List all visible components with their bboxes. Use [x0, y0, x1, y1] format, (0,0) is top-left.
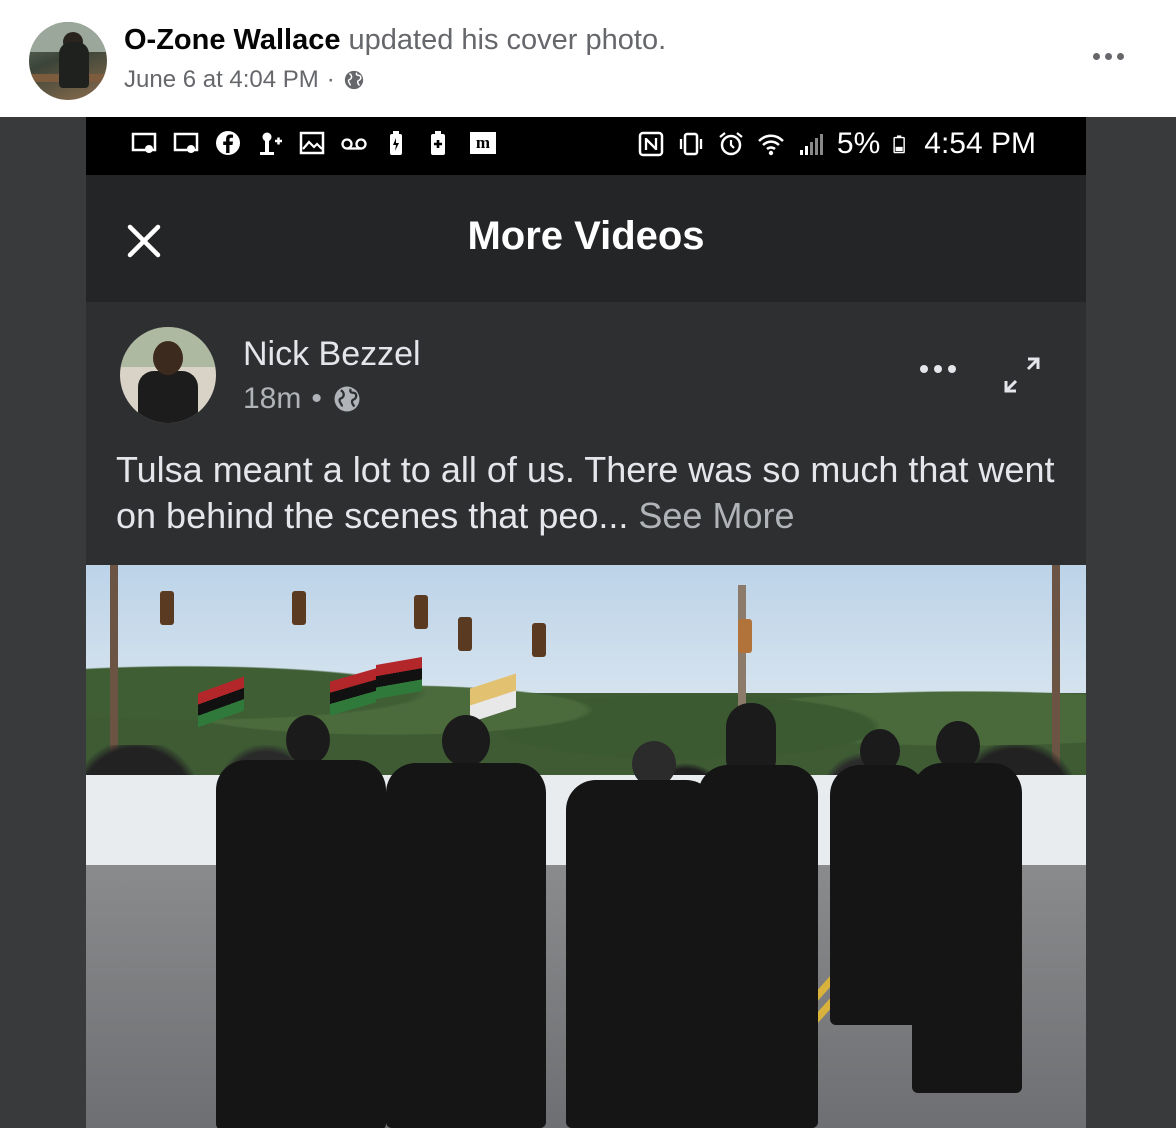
traffic-light	[292, 591, 306, 625]
screen-title: More Videos	[467, 214, 705, 258]
see-more-link[interactable]: See More	[628, 495, 794, 536]
inner-meta-separator: •	[311, 382, 322, 415]
nfc-icon	[638, 131, 664, 157]
menu-dot	[934, 365, 942, 373]
marcher-head	[442, 715, 490, 767]
status-time: 4:54 PM	[924, 127, 1036, 160]
globe-icon	[334, 386, 360, 412]
marcher	[566, 780, 716, 1128]
svg-text:m: m	[476, 133, 490, 152]
vibrate-icon	[679, 132, 703, 156]
inner-more-options-icon[interactable]	[920, 365, 956, 373]
battery-saver-icon	[390, 131, 402, 155]
post-action: updated his cover photo.	[340, 24, 667, 56]
inner-post-text: Tulsa meant a lot to all of us. There wa…	[116, 447, 1056, 539]
traffic-light	[414, 595, 428, 629]
march-photo[interactable]	[86, 565, 1086, 1128]
cast-icon	[131, 132, 157, 153]
inner-post-meta: 18m •	[243, 382, 362, 416]
battery-plus-icon	[431, 131, 445, 155]
menu-dot	[920, 365, 928, 373]
author-avatar[interactable]	[29, 22, 107, 100]
inner-author-name[interactable]: Nick Bezzel	[243, 335, 421, 374]
marcher	[386, 763, 546, 1128]
inner-post-time[interactable]: 18m	[243, 382, 301, 416]
person-add-icon	[260, 132, 282, 155]
alarm-icon	[719, 132, 743, 156]
traffic-light	[160, 591, 174, 625]
post-timestamp[interactable]: June 6 at 4:04 PM	[124, 66, 319, 94]
facebook-icon	[216, 131, 240, 155]
more-options-icon[interactable]	[1088, 44, 1128, 68]
phone-status-bar: m 5% 4:54 PM	[86, 117, 1086, 175]
battery-icon	[893, 135, 906, 154]
marcher	[912, 763, 1022, 1093]
inner-avatar-body	[138, 371, 198, 423]
inner-avatar-head	[153, 341, 183, 375]
post-headline: O-Zone Wallace updated his cover photo.	[124, 24, 666, 57]
menu-dot	[1092, 52, 1100, 60]
phone-screenshot: m 5% 4:54 PM More Videos Nick Bezzel 18m	[86, 117, 1086, 1128]
author-name[interactable]: O-Zone Wallace	[124, 24, 340, 56]
cover-photo[interactable]: m 5% 4:54 PM More Videos Nick Bezzel 18m	[0, 117, 1176, 1128]
status-right-icons: 5% 4:54 PM	[637, 127, 1036, 161]
post-header: O-Zone Wallace updated his cover photo. …	[0, 0, 1176, 117]
voicemail-icon	[341, 138, 367, 150]
battery-percent: 5%	[836, 127, 881, 160]
menu-dot	[1104, 52, 1112, 60]
marcher	[698, 765, 818, 1128]
traffic-light	[532, 623, 546, 657]
meta-separator: ·	[326, 66, 335, 93]
menu-dot	[1116, 52, 1124, 60]
avatar-body	[59, 42, 89, 88]
image-icon	[299, 131, 325, 155]
expand-icon[interactable]	[1000, 355, 1044, 395]
m-app-icon: m	[470, 132, 496, 154]
marcher	[216, 760, 386, 1128]
traffic-light	[458, 617, 472, 651]
cast-icon	[173, 132, 199, 153]
post-meta: June 6 at 4:04 PM ·	[124, 66, 365, 94]
globe-icon[interactable]	[343, 69, 365, 91]
traffic-light	[738, 619, 752, 653]
status-left-icons: m	[130, 129, 500, 157]
wifi-icon	[758, 134, 784, 156]
signal-icon	[799, 134, 823, 155]
inner-author-avatar[interactable]	[120, 327, 216, 423]
menu-dot	[948, 365, 956, 373]
marcher-head	[286, 715, 330, 765]
inner-post-body: Tulsa meant a lot to all of us. There wa…	[116, 449, 1055, 536]
